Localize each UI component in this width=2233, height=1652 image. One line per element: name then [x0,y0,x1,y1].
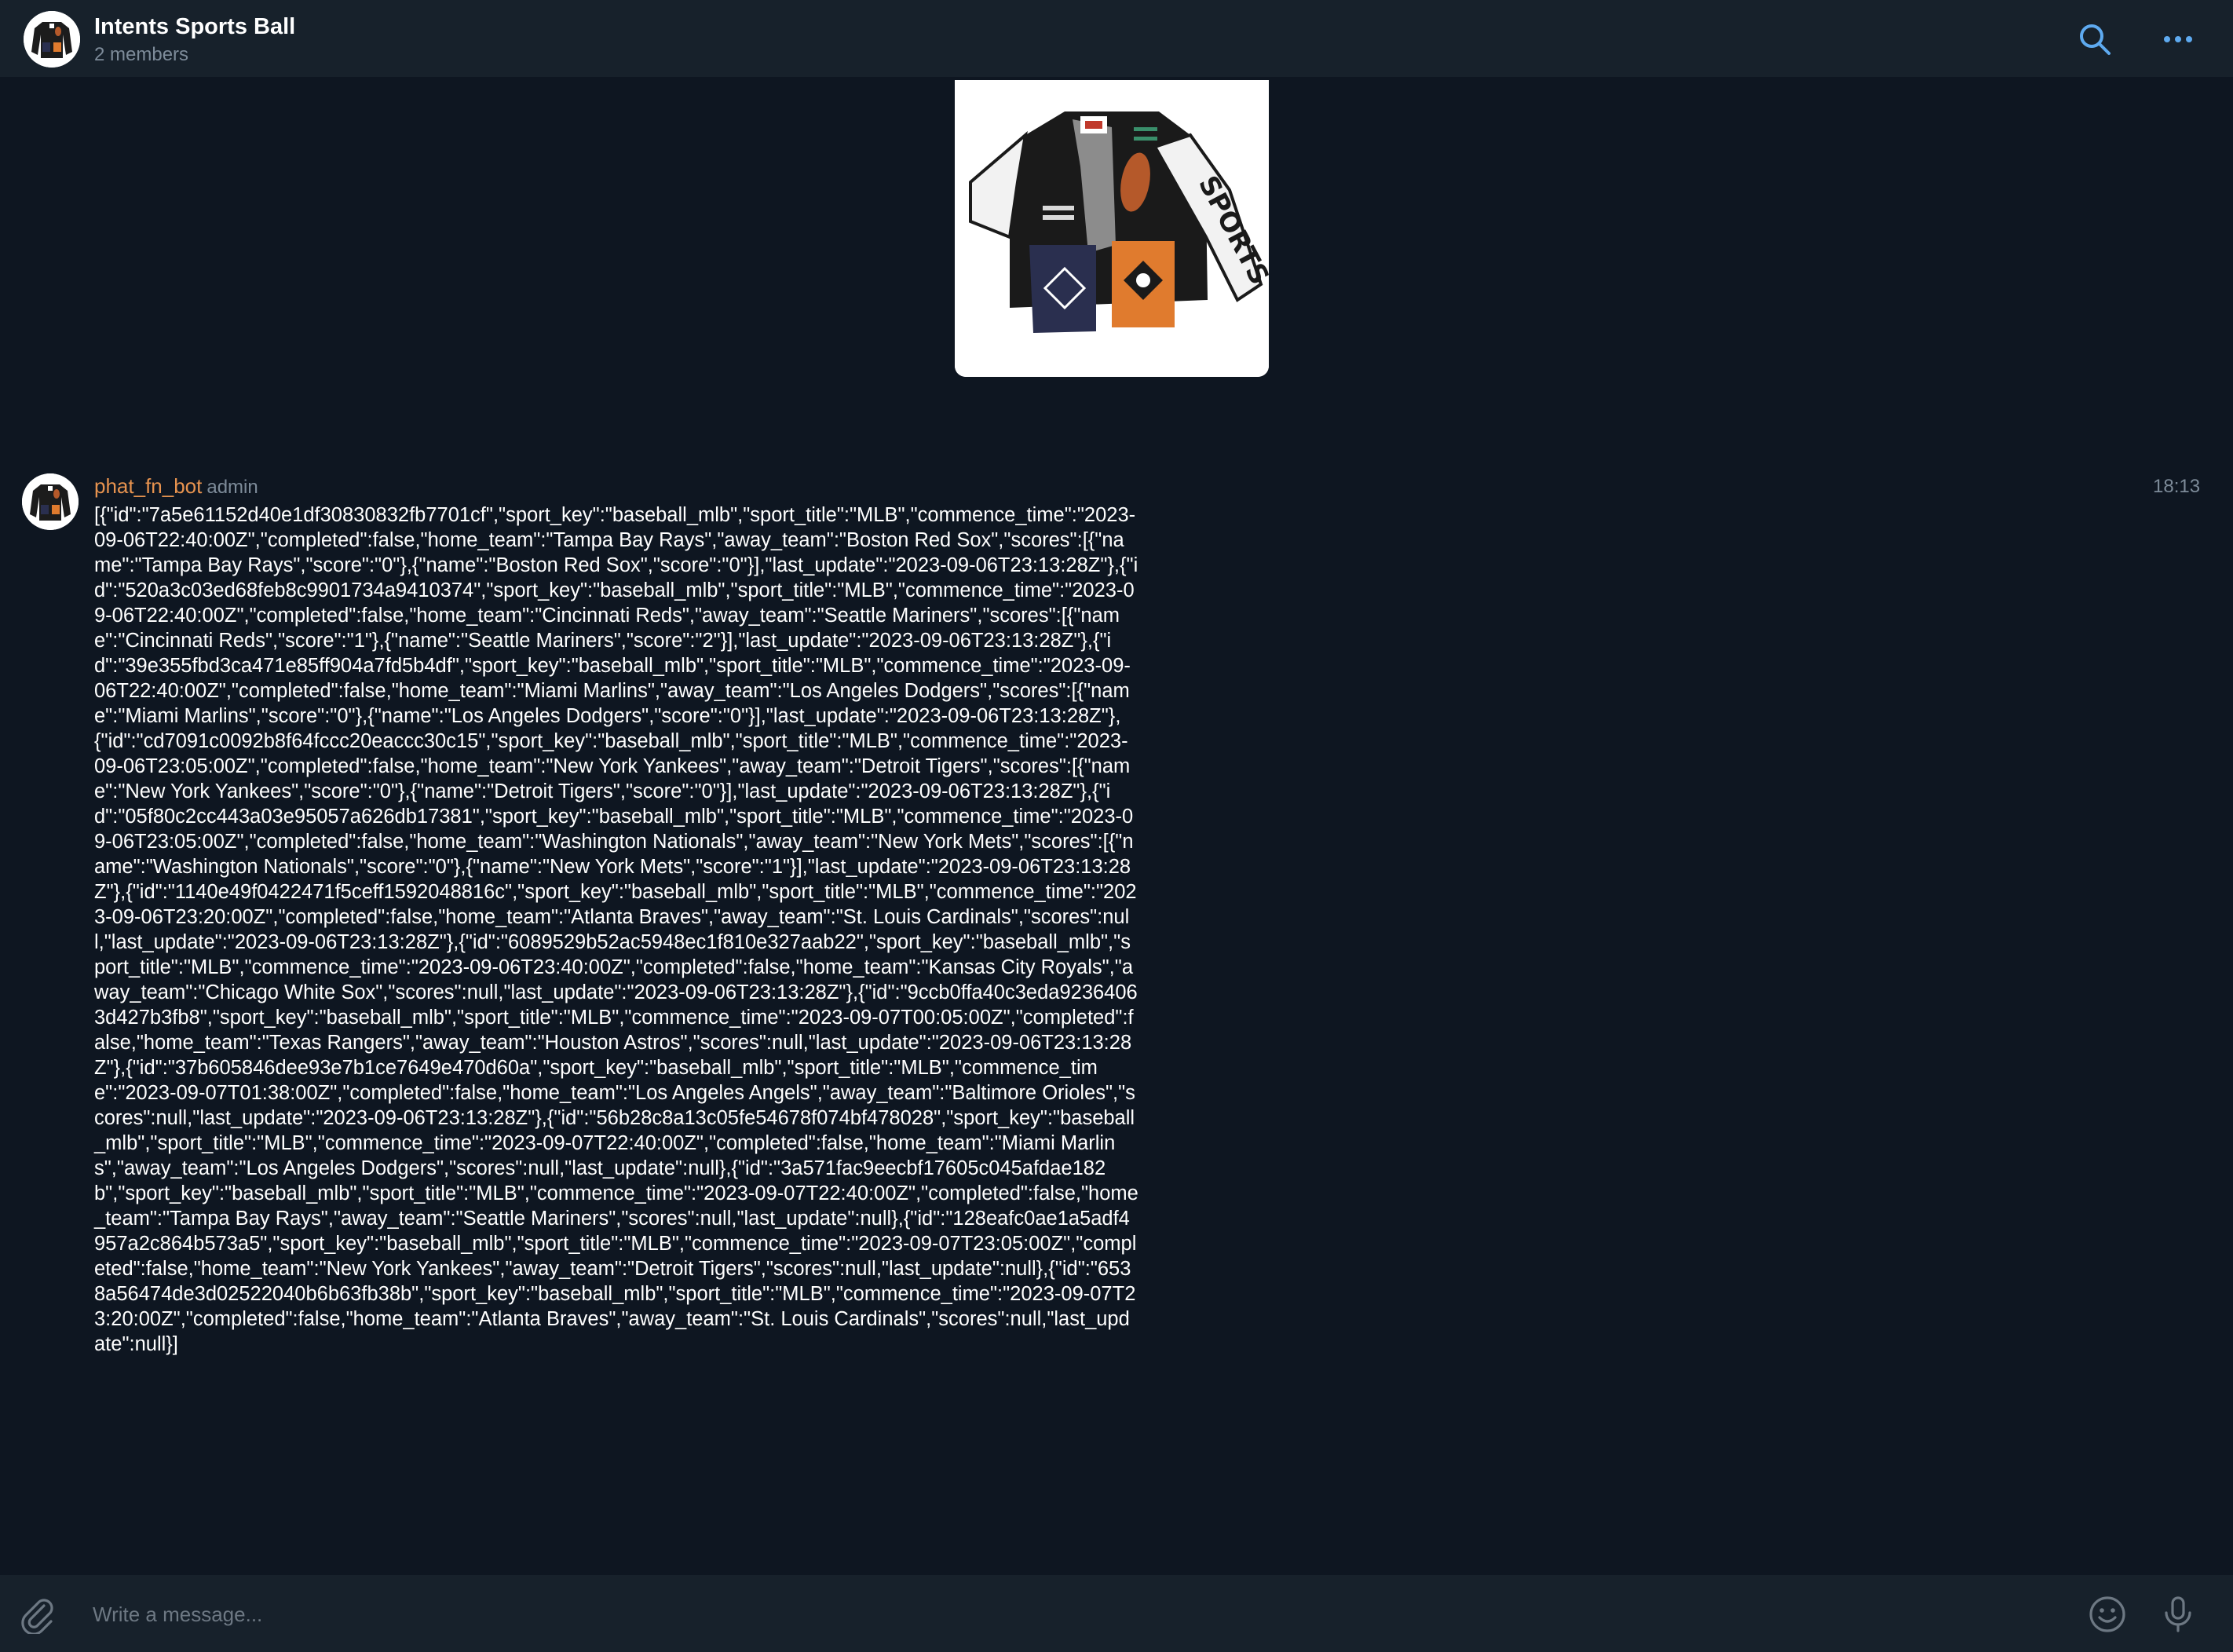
sender-name[interactable]: phat_fn_bot [94,474,202,498]
group-avatar[interactable] [24,11,80,68]
more-horizontal-icon [2164,36,2192,42]
message-input[interactable] [93,1595,2040,1633]
message-composer [0,1573,2233,1652]
chat-header: Intents Sports Ball 2 members [0,0,2233,79]
member-count[interactable]: 2 members [94,44,188,66]
smiley-icon [2089,1596,2125,1632]
sender-avatar[interactable] [22,473,79,530]
attach-button[interactable] [16,1592,60,1636]
microphone-icon [2165,1596,2191,1632]
sender-role-badge: admin [206,477,258,498]
sports-jacket-avatar [22,473,79,530]
message-text[interactable]: [{"id":"7a5e61152d40e1df30830832fb7701cf… [94,503,1138,1357]
chat-title[interactable]: Intents Sports Ball [94,14,295,40]
message-header: phat_fn_bot admin [94,474,258,499]
sports-jacket-avatar [24,11,80,68]
paperclip-icon [21,1599,53,1634]
telegram-chat-window: Intents Sports Ball 2 members SPORTS pha… [0,0,2233,1652]
more-options-button[interactable] [2156,17,2200,61]
message-time: 18:13 [2153,476,2201,497]
search-button[interactable] [2073,17,2117,61]
emoji-button[interactable] [2085,1592,2129,1636]
sports-jacket-sticker: SPORTS [955,80,1269,377]
message-list[interactable]: SPORTS phat_fn_bot admin 18:13 [{"id":"7… [0,79,2233,1573]
search-icon [2080,24,2111,55]
jacket-sticker-image[interactable]: SPORTS [955,80,1269,377]
voice-message-button[interactable] [2156,1592,2200,1636]
